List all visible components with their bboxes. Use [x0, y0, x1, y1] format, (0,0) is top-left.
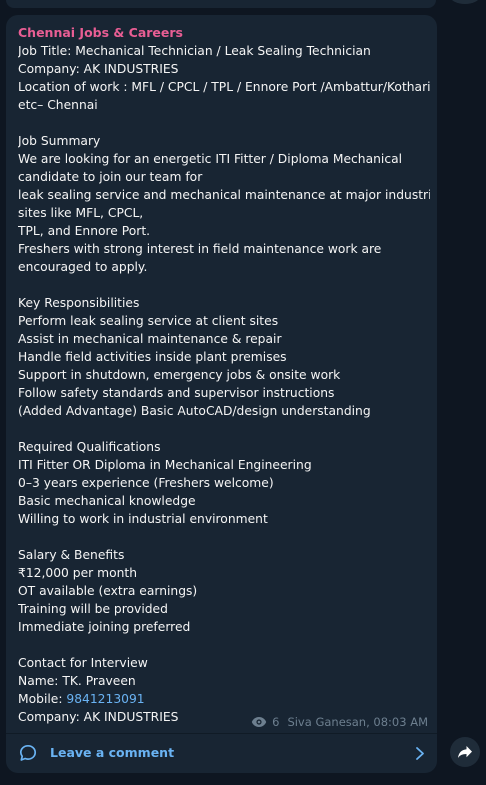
eye-icon [251, 717, 267, 727]
message-line: candidate to join our team for [18, 170, 203, 184]
phone-link[interactable]: 9841213091 [66, 692, 144, 706]
message-line: leak sealing service and mechanical main… [18, 188, 430, 202]
message-line: Company: AK INDUSTRIES [18, 62, 179, 76]
previous-message-bubble [6, 0, 436, 8]
message-line: sites like MFL, CPCL, [18, 206, 144, 220]
previous-share-button[interactable] [450, 0, 480, 4]
message-line: Handle field activities inside plant pre… [18, 350, 287, 364]
message-text: Job Title: Mechanical Technician / Leak … [18, 42, 430, 726]
message-bubble: Chennai Jobs & Careers Job Title: Mechan… [6, 15, 437, 773]
message-line: 0–3 years experience (Freshers welcome) [18, 476, 274, 490]
message-line: ITI Fitter OR Diploma in Mechanical Engi… [18, 458, 312, 472]
message-line: Support in shutdown, emergency jobs & on… [18, 368, 341, 382]
message-line [18, 276, 430, 294]
leave-comment-label: Leave a comment [50, 745, 175, 760]
message-line: Basic mechanical knowledge [18, 494, 196, 508]
view-count: 6 [272, 715, 280, 729]
chevron-right-icon [416, 747, 424, 760]
message-line: Freshers with strong interest in field m… [18, 242, 382, 256]
mobile-label: Mobile: [18, 692, 67, 706]
message-line: OT available (extra earnings) [18, 584, 198, 598]
message-meta: 6 Siva Ganesan, 08:03 AM [251, 714, 428, 730]
share-button[interactable] [450, 737, 480, 767]
message-line: Name: TK. Praveen [18, 674, 136, 688]
chat-area: Chennai Jobs & Careers Job Title: Mechan… [0, 0, 486, 785]
message-line: Follow safety standards and supervisor i… [18, 386, 335, 400]
leave-comment-button[interactable]: Leave a comment [6, 734, 437, 773]
message-line [18, 636, 430, 654]
message-line: Job Summary [18, 134, 101, 148]
message-line: Salary & Benefits [18, 548, 125, 562]
message-line [18, 420, 430, 438]
message-line: TPL, and Ennore Port. [18, 224, 151, 238]
message-line: (Added Advantage) Basic AutoCAD/design u… [18, 404, 371, 418]
message-line: Perform leak sealing service at client s… [18, 314, 279, 328]
message-line: Willing to work in industrial environmen… [18, 512, 268, 526]
mobile-line: Mobile: 9841213091 [18, 690, 430, 708]
message-line: etc– Chennai [18, 98, 98, 112]
sender-name[interactable]: Chennai Jobs & Careers [18, 25, 183, 40]
message-line: Required Qualifications [18, 440, 161, 454]
message-line [18, 528, 430, 546]
message-line: encouraged to apply. [18, 260, 148, 274]
message-line: Training will be provided [18, 602, 168, 616]
message-line: Contact for Interview [18, 656, 148, 670]
message-line: Job Title: Mechanical Technician / Leak … [18, 44, 371, 58]
message-line: Assist in mechanical maintenance & repai… [18, 332, 282, 346]
message-line: Location of work : MFL / CPCL / TPL / En… [18, 80, 430, 94]
message-line: We are looking for an energetic ITI Fitt… [18, 152, 403, 166]
share-arrow-icon [458, 746, 472, 758]
author-time: Siva Ganesan, 08:03 AM [287, 715, 428, 729]
message-line [18, 114, 430, 132]
comment-bubble-icon [19, 744, 37, 761]
message-line: Key Responsibilities [18, 296, 140, 310]
message-line: ₹12,000 per month [18, 566, 138, 580]
message-line: Immediate joining preferred [18, 620, 191, 634]
